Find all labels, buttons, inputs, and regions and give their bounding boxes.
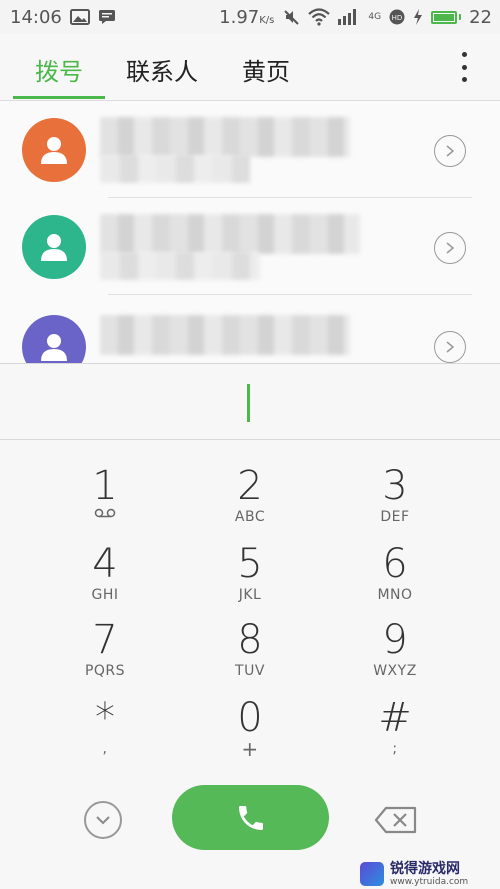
chevron-down-icon [96, 816, 110, 825]
chevron-right-icon [446, 341, 455, 353]
key-3[interactable]: 3 DEF [335, 464, 455, 540]
backspace-icon [374, 806, 417, 834]
call-detail-button[interactable] [434, 232, 466, 264]
signal-icon [338, 9, 360, 25]
status-bar: 14:06 1.97K/s 4G HD 22 [0, 0, 500, 34]
key-4[interactable]: 4 GHI [45, 542, 165, 618]
key-8[interactable]: 8 TUV [190, 618, 310, 694]
blurred-contact-name [100, 315, 350, 355]
recent-call-row[interactable] [0, 295, 500, 363]
tab-dialer[interactable]: 拨号 [35, 52, 83, 87]
dial-keypad: 1 2 ABC 3 DEF 4 GHI 5 JKL 6 MNO 7 PQRS 8… [0, 440, 500, 770]
blurred-contact-name [100, 214, 360, 254]
blurred-contact-name [100, 117, 350, 157]
recent-calls-list[interactable] [0, 101, 500, 363]
contact-avatar [22, 118, 86, 182]
key-1[interactable]: 1 [45, 464, 165, 540]
tab-bar: 拨号 联系人 黄页 [0, 34, 500, 101]
contact-avatar [22, 215, 86, 279]
collapse-keypad-button[interactable] [84, 801, 122, 839]
gallery-icon [69, 9, 90, 25]
key-6[interactable]: 6 MNO [335, 542, 455, 618]
backspace-button[interactable] [372, 804, 420, 836]
phone-icon [238, 805, 263, 830]
chevron-right-icon [446, 242, 455, 254]
chevron-right-icon [446, 145, 455, 157]
recent-call-row[interactable] [0, 101, 500, 198]
voicemail-icon [94, 508, 116, 518]
tab-contacts[interactable]: 联系人 [126, 52, 198, 87]
tab-yellow-pages[interactable]: 黄页 [242, 52, 290, 87]
key-7[interactable]: 7 PQRS [45, 618, 165, 694]
recent-call-row[interactable] [0, 198, 500, 295]
dial-number-input[interactable] [0, 363, 500, 440]
more-options-icon[interactable] [452, 52, 476, 82]
key-hash[interactable]: # ; [335, 696, 455, 772]
key-2[interactable]: 2 ABC [190, 464, 310, 540]
hd-icon: HD [389, 9, 405, 25]
call-button[interactable] [172, 785, 329, 850]
key-9[interactable]: 9 WXYZ [335, 618, 455, 694]
person-icon [41, 334, 67, 361]
key-star[interactable]: * , [45, 696, 165, 772]
dialer-action-bar: 锐得游戏网 www.ytruida.com [0, 770, 500, 889]
contact-avatar [22, 315, 86, 363]
person-icon [41, 137, 67, 164]
watermark-logo-icon [360, 862, 384, 886]
call-detail-button[interactable] [434, 331, 466, 363]
svg-text:HD: HD [392, 14, 403, 22]
site-watermark: 锐得游戏网 www.ytruida.com [360, 859, 500, 889]
key-0[interactable]: 0 + [190, 696, 310, 772]
network-speed: 1.97K/s [219, 6, 275, 28]
blurred-contact-info [100, 155, 250, 183]
battery-level: 22 [469, 6, 492, 28]
call-detail-button[interactable] [434, 135, 466, 167]
person-icon [41, 234, 67, 261]
mute-icon [282, 8, 300, 26]
charging-icon [413, 9, 423, 25]
message-icon [98, 9, 116, 25]
active-tab-indicator [13, 96, 105, 99]
wifi-icon [308, 8, 331, 26]
key-5[interactable]: 5 JKL [190, 542, 310, 618]
text-cursor [247, 384, 250, 422]
status-time: 14:06 [10, 6, 62, 28]
battery-icon [431, 10, 462, 24]
network-type: 4G [368, 11, 382, 22]
blurred-contact-info [100, 252, 260, 280]
